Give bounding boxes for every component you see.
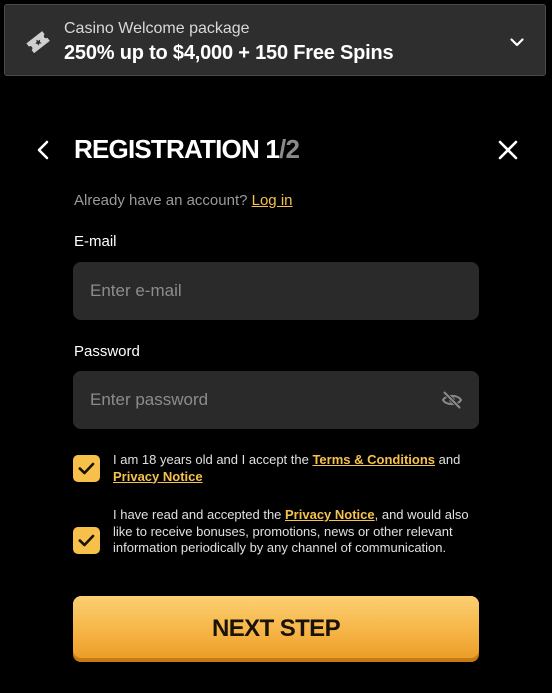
terms-conditions-link[interactable]: Terms & Conditions xyxy=(312,452,435,467)
login-prompt-text: Already have an account? xyxy=(74,192,248,209)
privacy-notice-link[interactable]: Privacy Notice xyxy=(113,469,203,484)
promo-subtitle: Casino Welcome package xyxy=(64,20,250,37)
terms-checkbox[interactable] xyxy=(73,455,100,482)
eye-off-icon[interactable] xyxy=(441,390,463,410)
ticket-icon xyxy=(25,31,51,54)
marketing-consent-text: I have read and accepted the Privacy Not… xyxy=(113,507,483,557)
marketing-privacy-notice-link[interactable]: Privacy Notice xyxy=(285,507,375,522)
terms-consent-text: I am 18 years old and I accept the Terms… xyxy=(113,452,483,485)
close-icon xyxy=(498,140,518,160)
page-title: REGISTRATION 1/2 xyxy=(74,134,300,165)
terms-text-start: I am 18 years old and I accept the xyxy=(113,452,313,467)
marketing-text-start: I have read and accepted the xyxy=(113,507,286,522)
terms-text-middle: and xyxy=(435,452,461,467)
page-title-total: /2 xyxy=(279,134,300,164)
password-field[interactable] xyxy=(73,371,479,429)
marketing-checkbox[interactable] xyxy=(73,527,100,554)
email-label: E-mail xyxy=(74,233,117,250)
close-button[interactable] xyxy=(496,138,520,162)
checkmark-icon xyxy=(78,462,95,475)
email-field[interactable] xyxy=(73,262,479,320)
welcome-package-banner[interactable]: Casino Welcome package 250% up to $4,000… xyxy=(4,4,546,76)
checkmark-icon xyxy=(78,534,95,547)
page-title-step: REGISTRATION 1 xyxy=(74,134,280,164)
chevron-left-icon xyxy=(37,140,49,160)
password-field-container xyxy=(73,371,479,429)
email-field-container xyxy=(73,262,479,320)
login-link[interactable]: Log in xyxy=(252,192,293,209)
promo-headline: 250% up to $4,000 + 150 Free Spins xyxy=(64,42,394,64)
login-prompt: Already have an account? Log in xyxy=(74,192,293,209)
chevron-down-icon[interactable] xyxy=(509,34,525,50)
next-step-button[interactable]: NEXT STEP xyxy=(73,596,479,662)
password-label: Password xyxy=(74,343,140,360)
back-button[interactable] xyxy=(34,138,54,162)
